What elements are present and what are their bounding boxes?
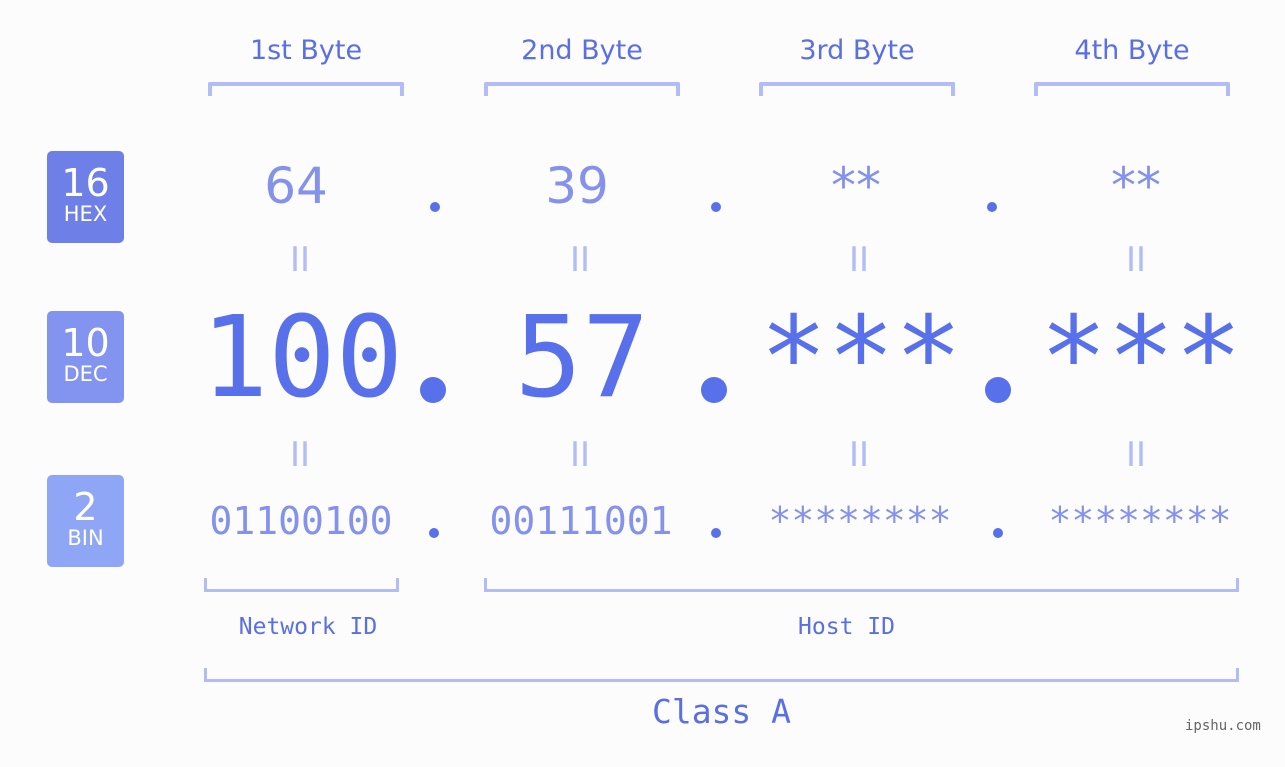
equals-sign: II [569, 435, 591, 475]
bin-badge: 2 BIN [47, 475, 124, 567]
bin-octet-4: ******** [1048, 499, 1232, 543]
dec-badge-label: DEC [63, 362, 108, 386]
equals-sign: II [848, 435, 870, 475]
byte-bracket-3 [759, 82, 955, 96]
bin-octet-3: ******** [768, 499, 952, 543]
network-id-bracket [204, 578, 399, 592]
hex-octet-4: ** [1111, 157, 1161, 215]
byte-header-3: 3rd Byte [799, 35, 915, 66]
bin-badge-label: BIN [67, 526, 104, 550]
hex-dot-3 [987, 202, 997, 212]
byte-header-2: 2nd Byte [521, 35, 643, 66]
dec-octet-1: 100 [200, 293, 404, 423]
hex-octet-2: 39 [545, 157, 609, 215]
bin-dot-2 [711, 528, 721, 538]
bin-dot-3 [993, 528, 1003, 538]
hex-badge-label: HEX [63, 202, 108, 226]
bin-dot-1 [429, 528, 439, 538]
byte-header-4: 4th Byte [1074, 35, 1190, 66]
host-id-bracket [484, 578, 1239, 592]
equals-sign: II [1125, 435, 1147, 475]
host-id-label: Host ID [798, 614, 895, 640]
equals-sign: II [569, 240, 591, 280]
hex-badge-number: 16 [61, 161, 110, 205]
hex-octet-1: 64 [264, 157, 328, 215]
class-bracket [204, 668, 1239, 682]
dec-dot-1 [420, 377, 446, 403]
equals-sign: II [848, 240, 870, 280]
brand-watermark: ipshu.com [1185, 718, 1261, 734]
dec-octet-2: 57 [514, 293, 650, 423]
byte-bracket-4 [1034, 82, 1230, 96]
byte-bracket-1 [208, 82, 404, 96]
equals-sign: II [289, 435, 311, 475]
byte-bracket-2 [484, 82, 680, 96]
hex-dot-1 [430, 202, 440, 212]
dec-dot-2 [701, 377, 727, 403]
hex-dot-2 [711, 202, 721, 212]
dec-octet-3: *** [759, 293, 963, 423]
network-id-label: Network ID [238, 614, 378, 640]
class-label: Class A [651, 692, 792, 731]
bin-octet-2: 00111001 [489, 499, 673, 543]
dec-badge: 10 DEC [47, 311, 124, 403]
dec-badge-number: 10 [61, 321, 110, 365]
bin-badge-number: 2 [73, 485, 98, 529]
dec-dot-3 [985, 377, 1011, 403]
bin-octet-1: 01100100 [209, 499, 393, 543]
hex-badge: 16 HEX [47, 151, 124, 243]
byte-header-1: 1st Byte [249, 35, 363, 66]
dec-octet-4: *** [1039, 293, 1243, 423]
equals-sign: II [1125, 240, 1147, 280]
equals-sign: II [289, 240, 311, 280]
hex-octet-3: ** [831, 157, 881, 215]
